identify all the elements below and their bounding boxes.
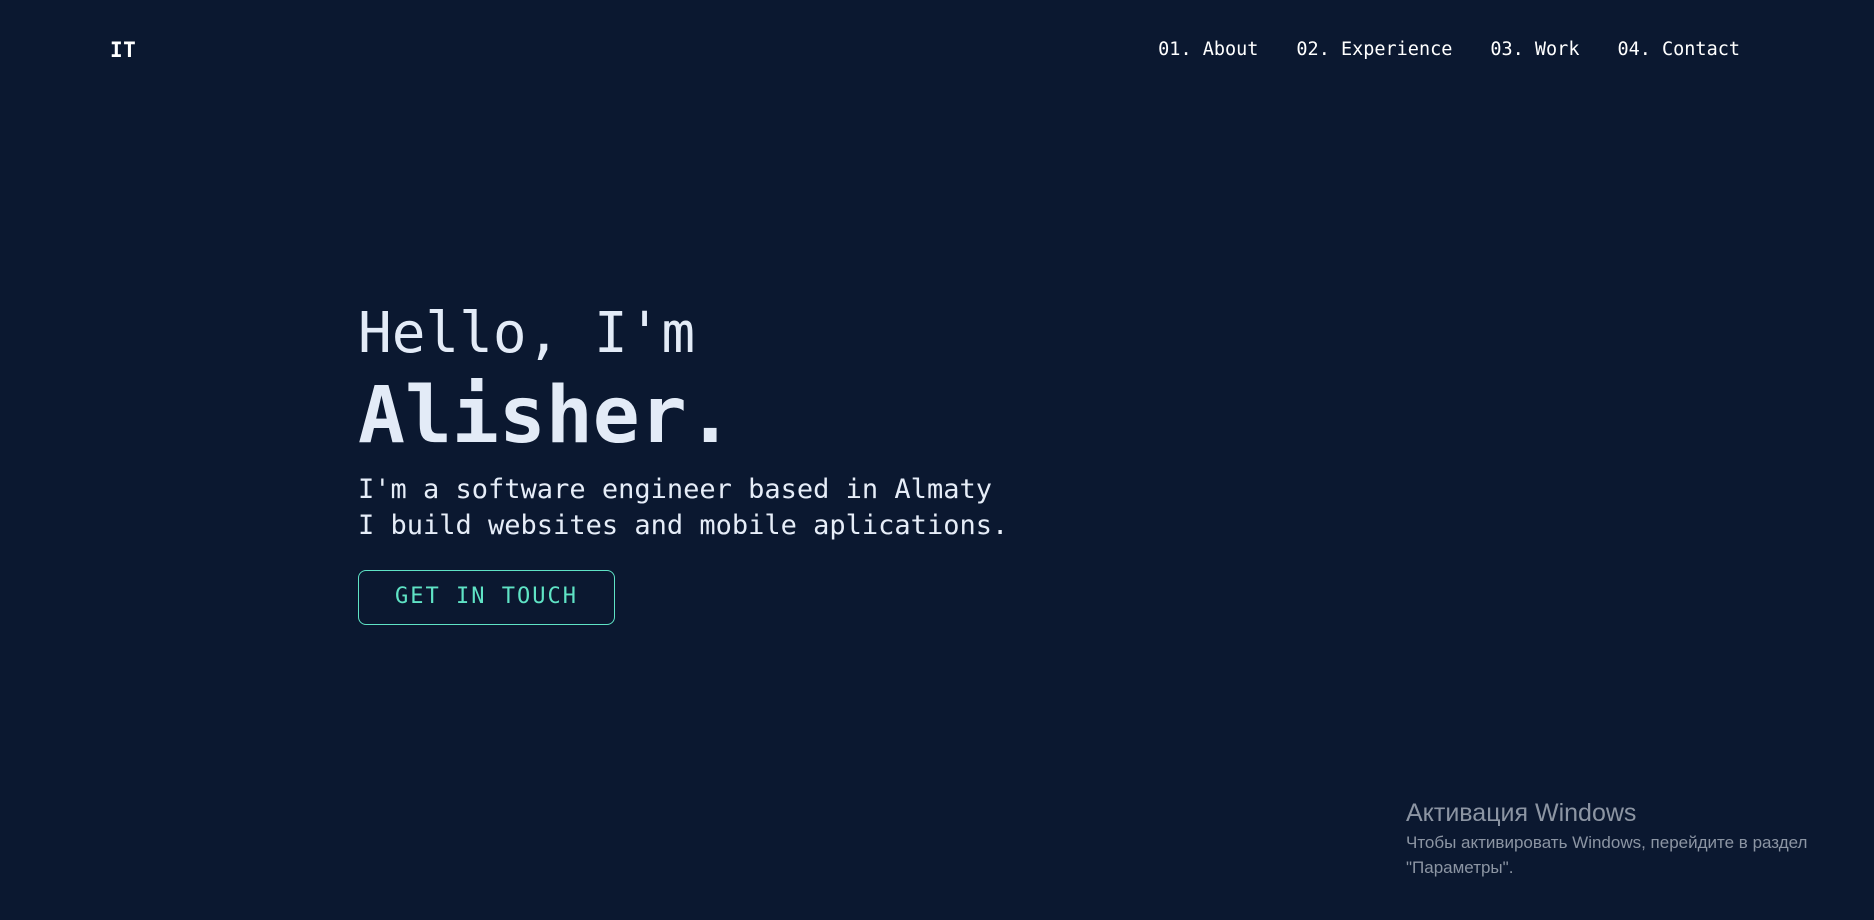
site-logo[interactable]: IT: [110, 38, 136, 62]
hero-section: Hello, I'm Alisher. I'm a software engin…: [358, 300, 1158, 625]
windows-activation-title: Активация Windows: [1406, 799, 1637, 827]
nav-experience-link[interactable]: 02. Experience: [1296, 38, 1452, 62]
hero-greeting: Hello, I'm: [358, 301, 696, 366]
nav-contact-link[interactable]: 04. Contact: [1617, 38, 1740, 62]
hero-description-line-2: I build websites and mobile aplications.: [358, 510, 1009, 541]
hero-description-line-1: I'm a software engineer based in Almaty: [358, 474, 992, 505]
get-in-touch-button[interactable]: GET IN TOUCH: [358, 570, 615, 625]
nav-work-link[interactable]: 03. Work: [1490, 38, 1579, 62]
hero-description: I'm a software engineer based in Almaty …: [358, 472, 1158, 544]
nav-about-link[interactable]: 01. About: [1158, 38, 1258, 62]
windows-activation-watermark: Активация Windows Чтобы активировать Win…: [1406, 798, 1807, 880]
main-nav: 01. About 02. Experience 03. Work 04. Co…: [1158, 38, 1740, 62]
hero-name: Alisher.: [358, 371, 734, 461]
windows-activation-line-2: "Параметры".: [1406, 858, 1514, 877]
windows-activation-line-1: Чтобы активировать Windows, перейдите в …: [1406, 833, 1808, 852]
